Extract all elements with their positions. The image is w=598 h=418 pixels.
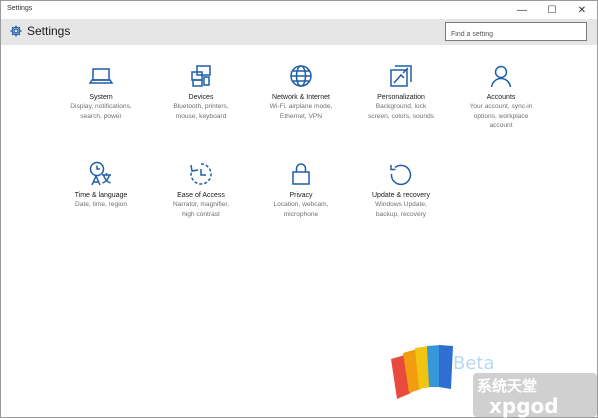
tile-ease-of-access[interactable]: Ease of Access Narrator, magnifier, high… bbox=[151, 161, 251, 219]
tile-time-language-description: Date, time, region bbox=[74, 201, 128, 208]
maximize-button[interactable]: ☐ bbox=[537, 1, 567, 19]
tile-devices-label: Devices bbox=[188, 94, 214, 101]
page-title: Settings bbox=[27, 24, 71, 38]
tile-network[interactable]: Network & Internet Wi-Fi, airplane mode,… bbox=[251, 63, 351, 121]
time-language-icon bbox=[89, 161, 111, 186]
tile-privacy[interactable]: Privacy Location, webcam, microphone bbox=[251, 161, 351, 219]
globe-icon bbox=[290, 65, 312, 87]
ease-of-access-icon bbox=[190, 163, 212, 185]
tile-devices-description: Bluetooth, printers, mouse, keyboard bbox=[173, 103, 229, 120]
tile-privacy-label: Privacy bbox=[289, 192, 313, 199]
tile-network-description: Wi-Fi, airplane mode, Ethernet, VPN bbox=[269, 103, 333, 120]
tile-personalization-description: Background, lock screen, colors, sounds bbox=[368, 103, 434, 120]
tile-accounts[interactable]: Accounts Your account, sync-in options, … bbox=[451, 63, 551, 131]
watermark-flag bbox=[391, 345, 453, 399]
tile-network-label: Network & Internet bbox=[272, 94, 330, 101]
window-title: Settings bbox=[7, 5, 33, 12]
watermark-site-text: 系统天堂 bbox=[477, 377, 537, 395]
devices-icon bbox=[191, 65, 211, 87]
person-icon bbox=[490, 65, 512, 88]
watermark-beta-text: Beta bbox=[453, 353, 495, 374]
lock-icon bbox=[292, 163, 310, 185]
tile-ease-of-access-description: Narrator, magnifier, high contrast bbox=[172, 201, 230, 218]
tile-time-language[interactable]: Time & language Date, time, region bbox=[51, 161, 151, 210]
tile-system-label: System bbox=[89, 94, 113, 101]
tile-personalization[interactable]: Personalization Background, lock screen,… bbox=[351, 63, 451, 121]
minimize-button[interactable]: — bbox=[507, 1, 537, 19]
title-bar[interactable]: Settings — ☐ ✕ bbox=[1, 1, 597, 19]
tile-privacy-description: Location, webcam, microphone bbox=[273, 201, 329, 218]
search-box[interactable] bbox=[445, 22, 587, 43]
tile-personalization-label: Personalization bbox=[377, 94, 425, 101]
tile-time-language-label: Time & language bbox=[74, 192, 128, 199]
laptop-icon bbox=[88, 68, 114, 84]
search-input[interactable] bbox=[446, 26, 586, 43]
tile-devices[interactable]: Devices Bluetooth, printers, mouse, keyb… bbox=[151, 63, 251, 121]
watermark-logo: Beta 系统天堂 xpgod bbox=[391, 345, 597, 418]
tile-accounts-description: Your account, sync-in options, workplace… bbox=[469, 103, 533, 129]
close-button[interactable]: ✕ bbox=[567, 1, 597, 19]
paintbrush-icon bbox=[390, 65, 412, 87]
watermark-domain-text: xpgod bbox=[489, 394, 559, 418]
tile-accounts-label: Accounts bbox=[486, 94, 516, 101]
settings-window: Settings — ☐ ✕ Settings System bbox=[0, 0, 598, 418]
tile-update-recovery-description: Windows Update, backup, recovery bbox=[375, 201, 427, 218]
tile-update-recovery[interactable]: Update & recovery Windows Update, backup… bbox=[351, 161, 451, 219]
tile-system-description: Display, notifications, search, power bbox=[70, 103, 132, 120]
settings-header: Settings bbox=[1, 19, 597, 45]
refresh-icon bbox=[390, 164, 412, 186]
gear-icon bbox=[10, 25, 22, 37]
tile-system[interactable]: System Display, notifications, search, p… bbox=[51, 63, 151, 121]
tile-ease-of-access-label: Ease of Access bbox=[177, 192, 225, 199]
tile-update-recovery-label: Update & recovery bbox=[372, 192, 430, 199]
